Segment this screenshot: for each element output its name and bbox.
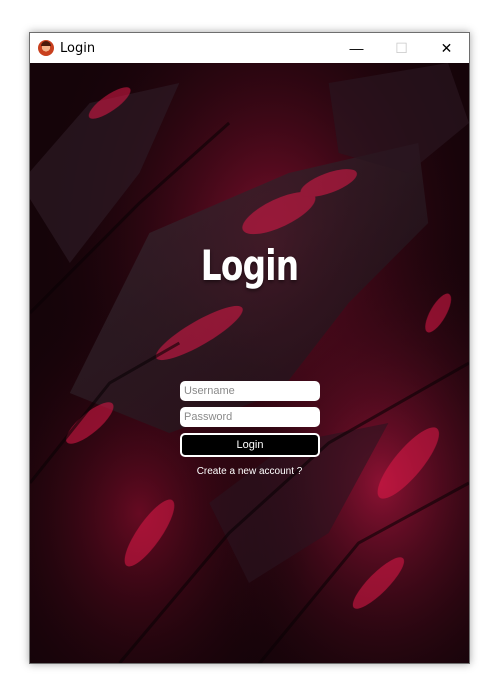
rock-background-image — [30, 63, 469, 663]
password-field[interactable] — [180, 407, 320, 427]
login-heading: Login — [200, 241, 299, 290]
app-avatar-icon — [38, 40, 54, 56]
close-icon: ✕ — [440, 39, 453, 56]
window-title: Login — [60, 40, 96, 56]
login-window: Login — ☐ ✕ Login Username Login Create … — [29, 32, 470, 664]
close-button[interactable]: ✕ — [424, 33, 469, 63]
login-button[interactable]: Login — [180, 433, 320, 457]
username-field[interactable] — [180, 381, 320, 401]
window-controls: — ☐ ✕ — [334, 33, 469, 63]
create-account-link[interactable]: Create a new account ? — [30, 466, 469, 477]
maximize-icon: ☐ — [395, 39, 408, 56]
login-content: Login Login Create a new account ? — [30, 63, 469, 663]
minimize-button[interactable]: — — [334, 33, 379, 63]
title-bar[interactable]: Login — ☐ ✕ — [30, 33, 469, 63]
maximize-button[interactable]: ☐ — [379, 33, 424, 63]
minimize-icon: — — [349, 40, 364, 56]
